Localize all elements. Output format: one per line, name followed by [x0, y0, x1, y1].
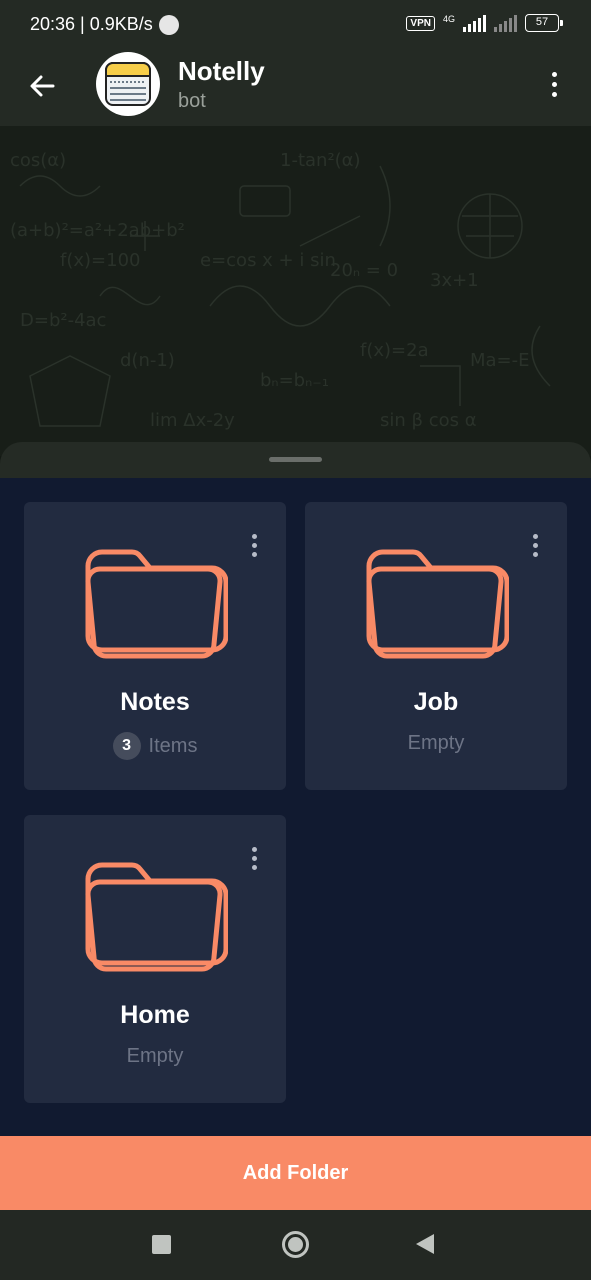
svg-text:bₙ=bₙ₋₁: bₙ=bₙ₋₁: [260, 370, 329, 391]
dot-icon: [251, 847, 257, 852]
math-doodle-pattern: cos(α) 1-tan²(α) f(x)=100 D=b²-4ac 20ₙ =…: [10, 150, 551, 431]
add-folder-button[interactable]: Add Folder: [0, 1136, 591, 1210]
dot-icon: [532, 534, 538, 539]
dot-icon: [532, 543, 538, 548]
status-bar: 20:36 | 0.9KB/s VPN 4G 57: [0, 0, 591, 52]
dot-icon: [251, 534, 257, 539]
signal-secondary-icon: [494, 14, 517, 32]
folder-icon: [85, 549, 228, 659]
recent-apps-button[interactable]: [152, 1235, 171, 1254]
notification-dot-icon: [158, 14, 179, 35]
chat-title[interactable]: Notelly: [178, 56, 265, 87]
folder-name: Job: [413, 688, 459, 716]
svg-text:(a+b)²=a²+2ab+b²: (a+b)²=a²+2ab+b²: [10, 220, 185, 241]
arrow-left-icon: [30, 75, 55, 97]
dot-icon: [551, 71, 557, 77]
folder-icon: [85, 862, 228, 972]
dot-icon: [532, 552, 538, 557]
status-time-speed: 20:36 | 0.9KB/s: [30, 14, 153, 34]
folder-status: 3 Items: [24, 732, 286, 760]
svg-text:sin β cos α: sin β cos α: [380, 410, 477, 431]
svg-text:3x+1: 3x+1: [430, 270, 479, 291]
svg-text:f(x)=100: f(x)=100: [60, 250, 140, 271]
folder-name: Home: [120, 1001, 190, 1029]
vpn-badge: VPN: [406, 15, 435, 31]
notepad-icon: [105, 62, 151, 106]
signal-icon: [463, 14, 486, 32]
status-left: 20:36 | 0.9KB/s: [30, 14, 179, 35]
dot-icon: [251, 552, 257, 557]
folder-menu-button[interactable]: [248, 534, 260, 566]
battery-icon: 57: [525, 14, 563, 32]
folder-menu-button[interactable]: [529, 534, 541, 566]
folder-status-text: Items: [148, 734, 198, 757]
avatar[interactable]: [96, 52, 160, 116]
svg-text:d(n-1): d(n-1): [120, 350, 175, 371]
folder-card-job[interactable]: Job Empty: [305, 502, 567, 790]
svg-text:cos(α): cos(α): [10, 150, 66, 171]
folder-status: Empty: [24, 1045, 286, 1068]
status-right: VPN 4G 57: [406, 14, 563, 32]
chat-subtitle: bot: [178, 90, 206, 112]
more-options-button[interactable]: [539, 64, 569, 104]
drag-handle[interactable]: [269, 457, 322, 462]
folder-status: Empty: [305, 732, 567, 755]
dot-icon: [551, 91, 557, 97]
folder-status-text: Empty: [407, 732, 465, 754]
svg-text:20ₙ = 0: 20ₙ = 0: [330, 260, 398, 281]
folder-status-text: Empty: [126, 1045, 184, 1067]
svg-text:Ma=-E: Ma=-E: [470, 350, 530, 371]
item-count-badge: 3: [112, 732, 141, 760]
home-circle-icon: [288, 1237, 303, 1252]
svg-text:D=b²-4ac: D=b²-4ac: [20, 310, 106, 331]
system-nav-bar: [0, 1210, 591, 1280]
dot-icon: [251, 856, 257, 861]
dot-icon: [551, 81, 557, 87]
svg-text:1-tan²(α): 1-tan²(α): [280, 150, 361, 171]
chat-header: Notelly bot: [0, 52, 591, 126]
system-back-button[interactable]: [416, 1234, 434, 1254]
folder-icon: [366, 549, 509, 659]
chat-background: cos(α) 1-tan²(α) f(x)=100 D=b²-4ac 20ₙ =…: [0, 126, 591, 456]
home-button[interactable]: [282, 1231, 309, 1258]
folder-menu-button[interactable]: [248, 847, 260, 879]
svg-text:lim Δx-2y: lim Δx-2y: [150, 410, 235, 431]
folder-card-home[interactable]: Home Empty: [24, 815, 286, 1103]
svg-text:f(x)=2a: f(x)=2a: [360, 340, 429, 361]
folder-card-notes[interactable]: Notes 3 Items: [24, 502, 286, 790]
folders-panel: Notes 3 Items Job Empty Home Empty: [0, 478, 591, 1136]
dot-icon: [251, 543, 257, 548]
dot-icon: [251, 865, 257, 870]
svg-text:e=cos x + i sin: e=cos x + i sin: [200, 250, 336, 271]
network-type: 4G: [442, 14, 455, 24]
back-button[interactable]: [22, 66, 62, 106]
bottom-sheet-header: [0, 442, 591, 482]
folder-name: Notes: [120, 688, 190, 716]
